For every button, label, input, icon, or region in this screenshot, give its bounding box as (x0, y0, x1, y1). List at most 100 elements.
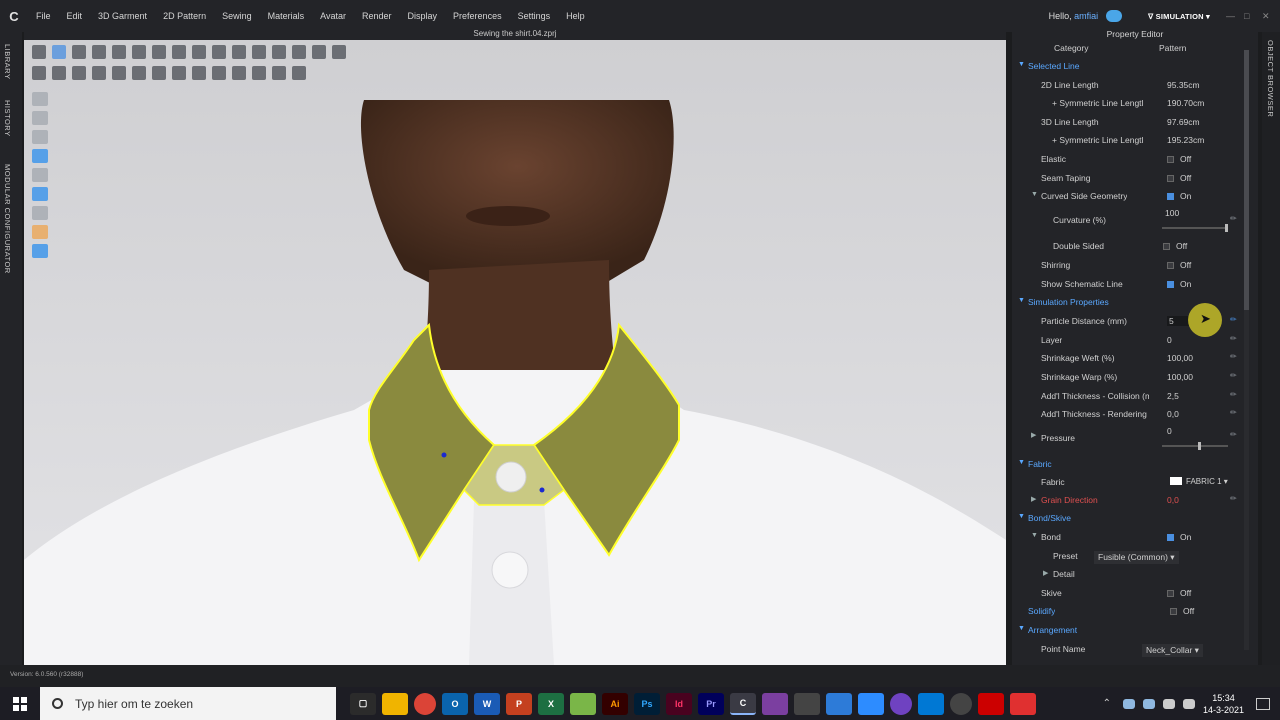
preset-select[interactable]: Fusible (Common) ▾ (1094, 551, 1179, 564)
grid-icon[interactable] (232, 66, 246, 80)
arrange-tool-icon[interactable] (212, 45, 226, 59)
cloud-icon[interactable] (1106, 10, 1123, 22)
menu-settings[interactable]: Settings (510, 11, 559, 21)
grain-direction-input[interactable]: 0,0 (1167, 495, 1179, 505)
texture-icon[interactable] (252, 66, 266, 80)
tack-tool-icon[interactable] (152, 45, 166, 59)
section-fabric[interactable]: ▼ Fabric (1012, 455, 1242, 473)
snip-tool-icon[interactable] (570, 692, 596, 715)
view-light-icon[interactable] (32, 206, 48, 220)
slider-knob[interactable] (1198, 442, 1201, 450)
segment-tool-icon[interactable] (112, 45, 126, 59)
globe-icon[interactable] (172, 66, 186, 80)
seam-taping-toggle[interactable]: Off (1167, 173, 1191, 183)
xbox-icon[interactable] (950, 692, 972, 715)
checkbox[interactable] (1167, 281, 1174, 288)
fold-tool-icon[interactable] (92, 45, 106, 59)
tab-library[interactable]: LIBRARY (3, 44, 12, 79)
box-select-icon[interactable] (72, 45, 86, 59)
mode-selector[interactable]: ∇ SIMULATION ▾ (1148, 12, 1210, 21)
expand-icon[interactable]: ▶ (1031, 431, 1036, 439)
excel-icon[interactable]: X (538, 692, 564, 715)
menu-materials[interactable]: Materials (260, 11, 313, 21)
app-alt-icon[interactable] (1010, 692, 1036, 715)
select-tool-icon[interactable] (32, 45, 46, 59)
edit-icon[interactable]: ✏ (1230, 390, 1238, 399)
collapse-icon[interactable]: ▼ (1018, 459, 1025, 466)
avatar-pose-icon[interactable] (32, 66, 46, 80)
tab-object-browser[interactable]: OBJECT BROWSER (1266, 40, 1275, 117)
button-tool-icon[interactable] (332, 45, 346, 59)
edit-icon[interactable]: ✏ (1230, 371, 1238, 380)
section-arrangement[interactable]: ▼ Arrangement (1012, 621, 1242, 639)
menu-2d-pattern[interactable]: 2D Pattern (155, 11, 214, 21)
edit-icon[interactable]: ✏ (1230, 334, 1238, 343)
start-button[interactable] (0, 687, 40, 720)
premiere-icon[interactable]: Pr (698, 692, 724, 715)
notifications-icon[interactable] (1256, 697, 1270, 710)
tab-history[interactable]: HISTORY (3, 100, 12, 137)
move-icon[interactable] (292, 66, 306, 80)
brush-2-icon[interactable] (212, 66, 226, 80)
zoom-icon[interactable] (858, 692, 884, 715)
skive-toggle[interactable]: Off (1167, 588, 1191, 598)
category-value[interactable]: Pattern (1159, 43, 1186, 53)
task-view-icon[interactable]: ▢ (350, 692, 376, 715)
checkbox[interactable] (1167, 193, 1174, 200)
file-explorer-icon[interactable] (382, 692, 408, 715)
menu-help[interactable]: Help (558, 11, 593, 21)
illustrator-icon[interactable]: Ai (602, 692, 628, 715)
cloud-sync-icon[interactable] (1122, 698, 1135, 709)
menu-sewing[interactable]: Sewing (214, 11, 260, 21)
edit-icon[interactable]: ✏ (1230, 315, 1238, 324)
3d-viewport[interactable] (24, 40, 1006, 665)
elastic-toggle[interactable]: Off (1167, 154, 1191, 164)
checkbox[interactable] (1167, 175, 1174, 182)
collapse-icon[interactable]: ▼ (1018, 61, 1025, 68)
needle-tool-icon[interactable] (292, 45, 306, 59)
point-name-select[interactable]: Neck_Collar ▾ (1142, 644, 1203, 657)
section-selected-line[interactable]: ▼ Selected Line (1012, 57, 1242, 75)
expand-icon[interactable]: ▶ (1031, 495, 1036, 503)
menu-edit[interactable]: Edit (59, 11, 91, 21)
tray-expand-icon[interactable]: ⌃ (1103, 698, 1111, 709)
pressure-slider[interactable] (1162, 442, 1228, 450)
edit-icon[interactable]: ✏ (1230, 214, 1238, 223)
copy-icon[interactable] (272, 66, 286, 80)
collapse-icon[interactable]: ▼ (1018, 297, 1025, 304)
onedrive-icon[interactable] (826, 692, 852, 715)
view-front-icon[interactable] (32, 92, 48, 106)
measure-tool-icon[interactable] (192, 45, 206, 59)
thickness-collision-input[interactable]: 2,5 (1167, 391, 1179, 401)
checkbox[interactable] (1167, 534, 1174, 541)
layer-input[interactable]: 0 (1167, 335, 1172, 345)
schematic-line-toggle[interactable]: On (1167, 279, 1191, 289)
edit-icon[interactable]: ✏ (1230, 430, 1238, 439)
collapse-icon[interactable]: ▼ (1031, 532, 1038, 539)
fit-icon[interactable] (92, 66, 106, 80)
particle-distance-input[interactable]: 5 (1167, 316, 1189, 326)
indesign-icon[interactable]: Id (666, 692, 692, 715)
target-icon[interactable] (192, 66, 206, 80)
checkbox[interactable] (1167, 262, 1174, 269)
view-world-icon[interactable] (32, 244, 48, 258)
edit-icon[interactable]: ✏ (1230, 352, 1238, 361)
view-pattern-icon[interactable] (32, 168, 48, 182)
minimize-icon[interactable]: — (1226, 11, 1238, 21)
view-skin-icon[interactable] (32, 225, 48, 239)
section-bond-skive[interactable]: ▼ Bond/Skive (1012, 509, 1242, 527)
steam-tool-icon[interactable] (312, 45, 326, 59)
outlook-icon[interactable]: O (442, 692, 468, 715)
pressure-input[interactable]: 0 (1167, 426, 1172, 436)
fold-arrange-icon[interactable] (152, 66, 166, 80)
zipper-icon[interactable] (132, 66, 146, 80)
photoshop-icon[interactable]: Ps (634, 692, 660, 715)
menu-render[interactable]: Render (354, 11, 400, 21)
volume-icon[interactable] (1182, 698, 1195, 709)
curvature-input[interactable]: 100 (1165, 208, 1179, 218)
collapse-icon[interactable]: ▼ (1018, 513, 1025, 520)
menu-avatar[interactable]: Avatar (312, 11, 354, 21)
transform-tool-icon[interactable] (52, 45, 66, 59)
edit-icon[interactable]: ✏ (1230, 494, 1238, 503)
collapse-icon[interactable]: ▼ (1031, 191, 1038, 198)
